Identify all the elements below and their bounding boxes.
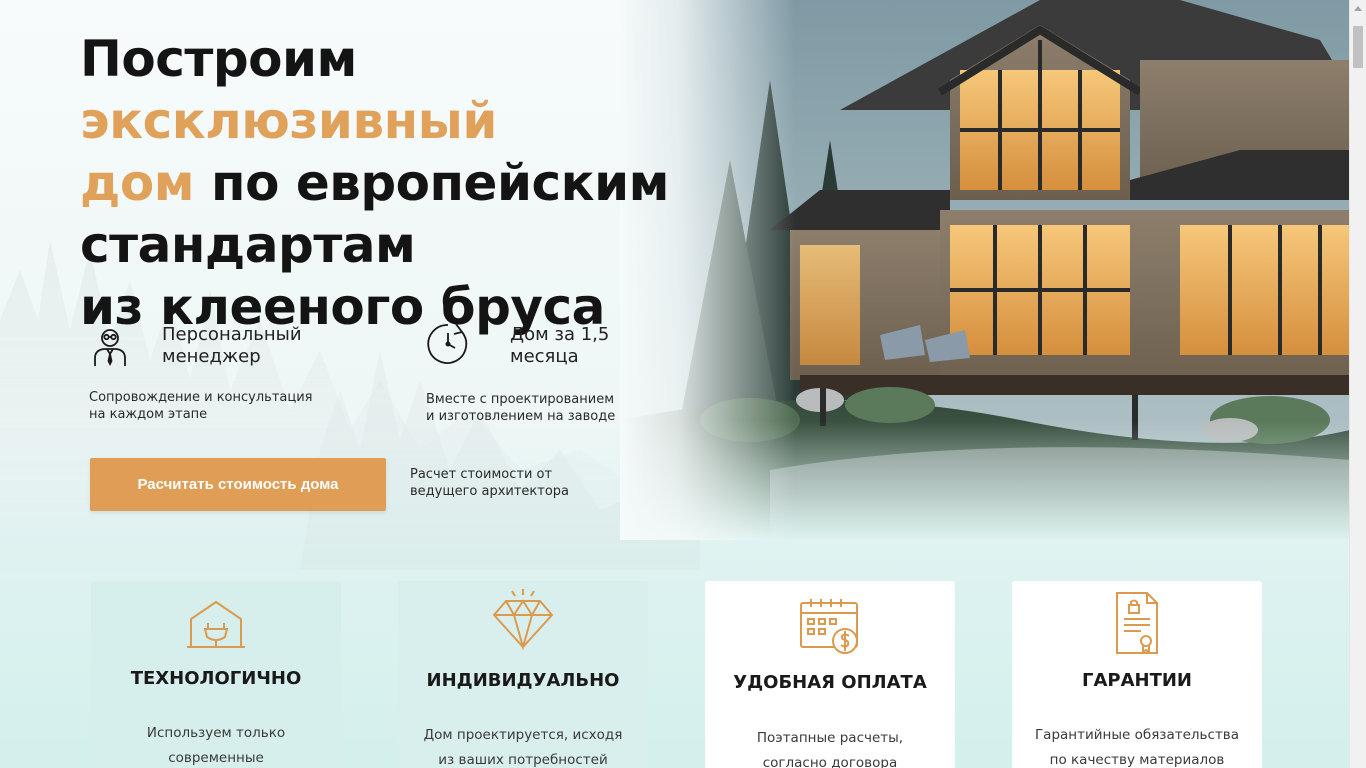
card-text: Дом проектируется, исходя из ваших потре… bbox=[423, 727, 623, 768]
title-part-1: Построим bbox=[80, 30, 357, 88]
title-accent-2: дом bbox=[80, 154, 195, 212]
diamond-icon bbox=[492, 589, 554, 651]
scrollbar-thumb[interactable] bbox=[1353, 26, 1363, 68]
page-scrollbar[interactable] bbox=[1349, 0, 1366, 768]
title-part-2: по европейским bbox=[194, 154, 669, 212]
feature-manager-sub: Сопровождение и консультация на каждом э… bbox=[89, 390, 313, 422]
hero-title: Построим эксклюзивный дом по европейским… bbox=[80, 28, 780, 338]
clock-icon bbox=[427, 323, 468, 364]
card-title: ГАРАНТИИ bbox=[1082, 670, 1192, 691]
feature-time-sub: Вместе с проектированием и изготовлением… bbox=[426, 392, 616, 424]
calculate-cost-button[interactable]: Расчитать стоимость дома bbox=[90, 458, 386, 511]
feature-time-label: Дом за 1,5 месяца bbox=[510, 324, 610, 367]
feature-manager-label: Персональный менеджер bbox=[162, 324, 302, 367]
card-title: ИНДИВИДУАЛЬНО bbox=[426, 670, 620, 691]
certificate-icon bbox=[1116, 592, 1158, 654]
title-accent-1: эксклюзивный bbox=[80, 92, 497, 150]
smart-house-icon bbox=[187, 600, 245, 648]
card-individual: ИНДИВИДУАЛЬНО Дом проектируется, исходя … bbox=[398, 581, 648, 768]
cta-note: Расчет стоимости от ведущего архитектора bbox=[410, 467, 570, 499]
card-guarantees: ГАРАНТИИ Гарантийные обязательства по ка… bbox=[1012, 581, 1262, 768]
card-title: ТЕХНОЛОГИЧНО bbox=[130, 668, 302, 689]
scroll-up-arrow-icon[interactable] bbox=[1354, 6, 1362, 11]
card-technological: ТЕХНОЛОГИЧНО Используем только современн… bbox=[91, 581, 341, 768]
card-text: Используем только современные bbox=[146, 725, 286, 766]
card-text: Поэтапные расчеты, согласно договора bbox=[756, 730, 904, 768]
manager-icon bbox=[94, 329, 126, 367]
card-payment: УДОБНАЯ ОПЛАТА Поэтапные расчеты, соглас… bbox=[705, 581, 955, 768]
card-title: УДОБНАЯ ОПЛАТА bbox=[733, 672, 927, 693]
title-line-3: стандартам bbox=[80, 216, 416, 274]
card-text: Гарантийные обязательства по качеству ма… bbox=[1034, 727, 1240, 768]
calendar-payment-icon bbox=[800, 599, 858, 654]
